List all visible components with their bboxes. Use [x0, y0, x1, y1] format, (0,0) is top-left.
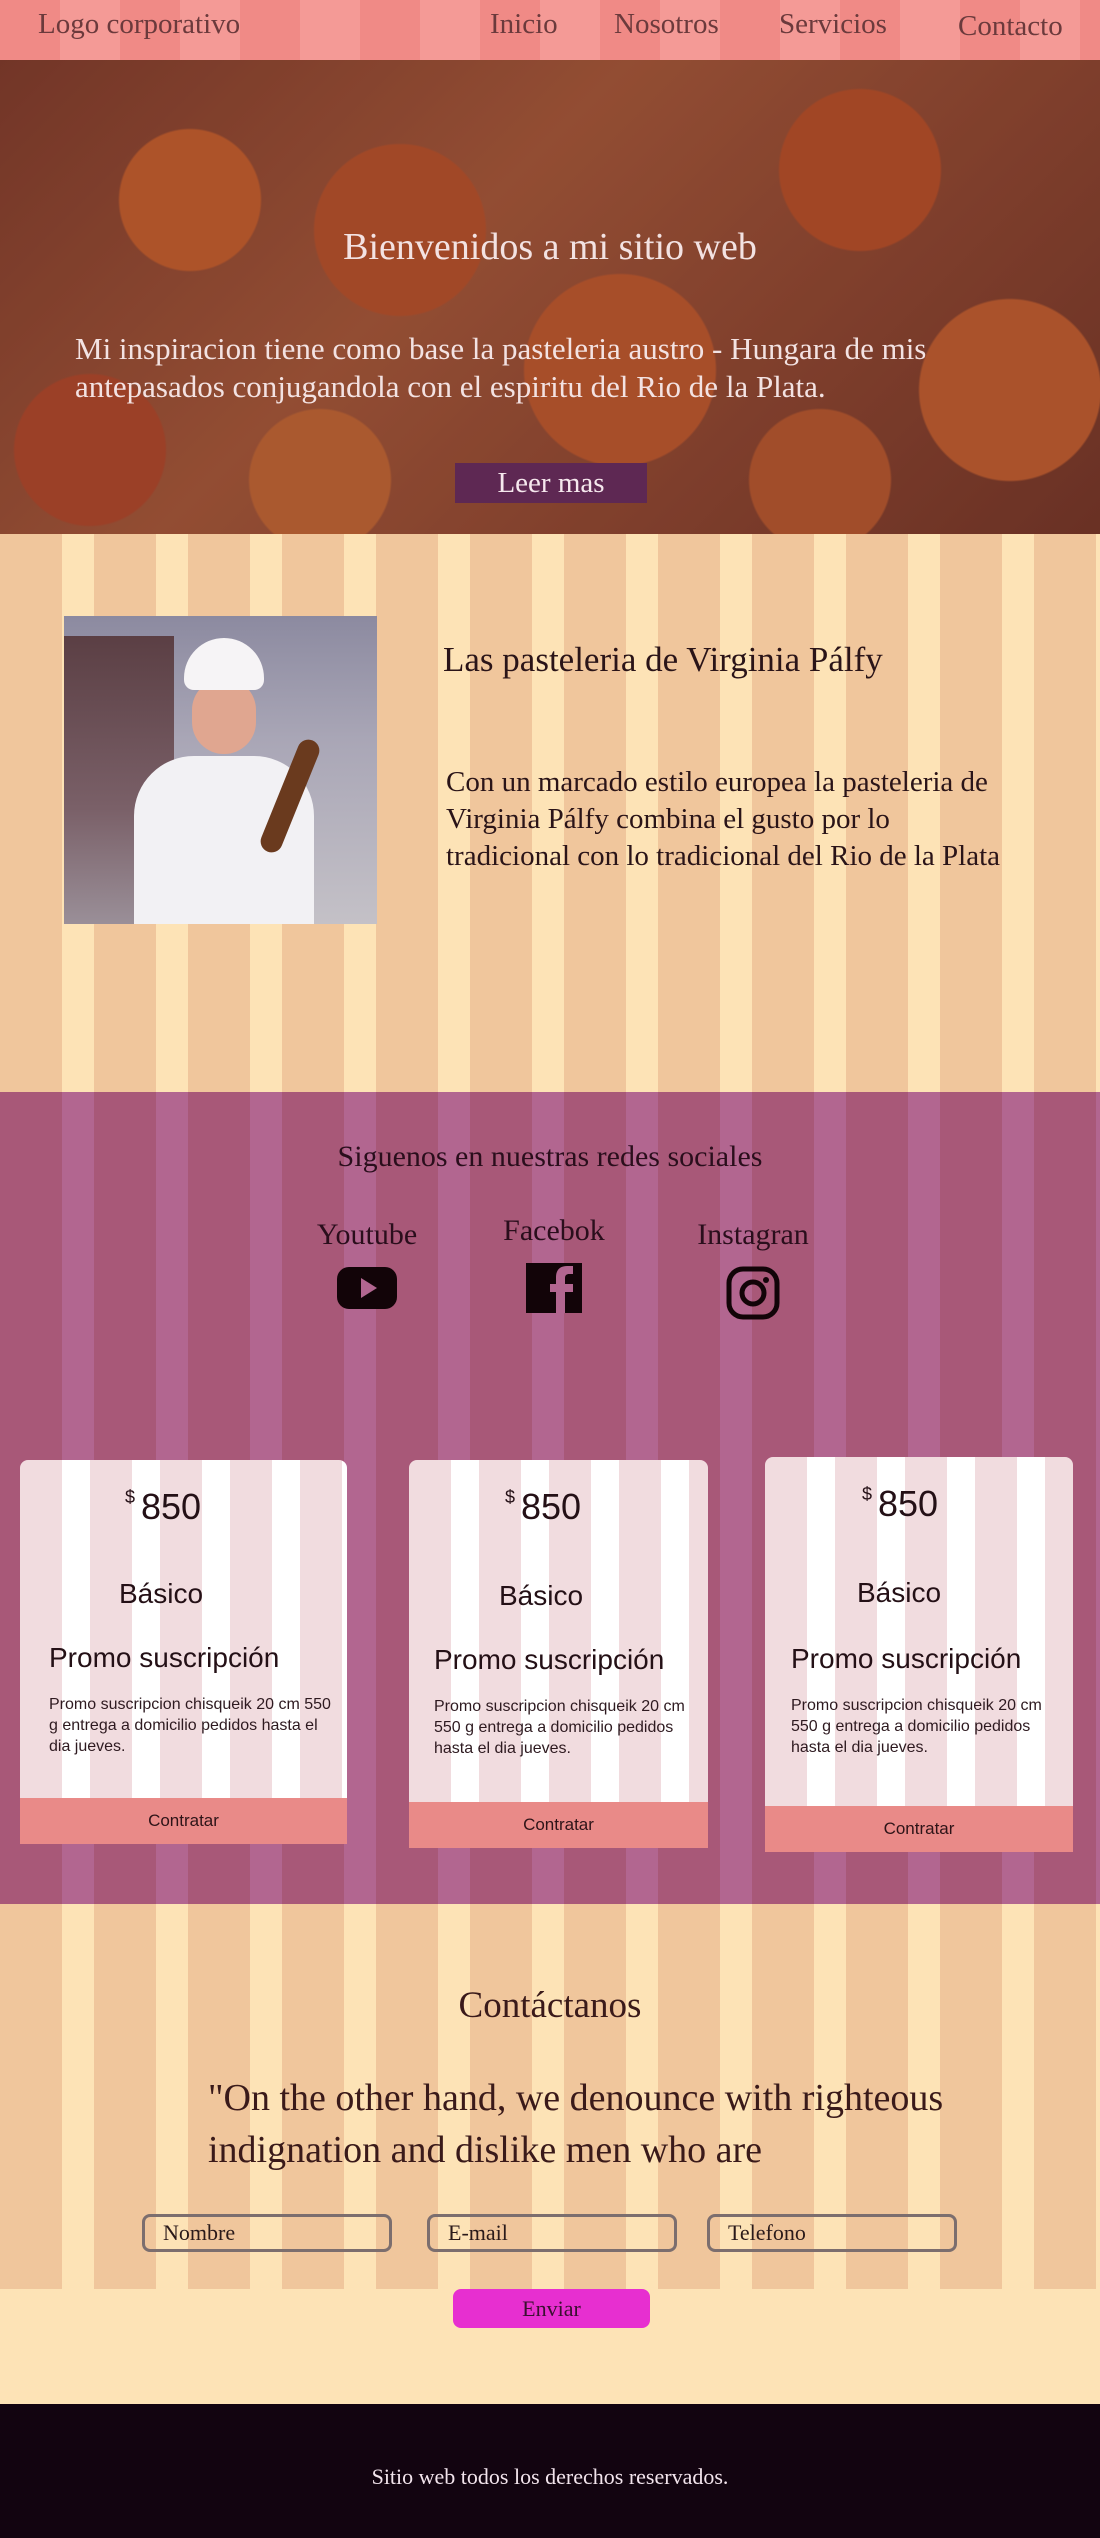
contact-quote: "On the other hand, we denounce with rig… [208, 2077, 944, 2171]
plan-description: Promo suscripcion chisqueik 20 cm 550 g … [791, 1697, 1042, 1756]
about-text: Con un marcado estilo europea la pastele… [446, 766, 1001, 872]
price-value: 850 [878, 1483, 939, 1524]
nav-link-inicio[interactable]: Inicio [490, 8, 558, 41]
social-pricing-section: Siguenos en nuestras redes sociales Yout… [0, 1092, 1100, 1904]
price: $850 [862, 1483, 938, 1525]
currency-symbol: $ [862, 1484, 873, 1504]
social-youtube[interactable]: Youtube [312, 1218, 422, 1310]
social-heading: Siguenos en nuestras redes sociales [337, 1140, 763, 1173]
email-field[interactable] [427, 2214, 677, 2252]
social-facebook[interactable]: Facebok [494, 1214, 614, 1314]
logo[interactable]: Logo corporativo [38, 8, 240, 41]
about-section: Las pasteleria de Virginia Pálfy Con un … [0, 534, 1100, 1092]
plan-description: Promo suscripcion chisqueik 20 cm 550 g … [49, 1696, 331, 1755]
instagram-icon[interactable] [726, 1266, 780, 1320]
top-nav: Logo corporativo Inicio Nosotros Servici… [0, 0, 1100, 60]
pricing-card: $850 Básico Promo suscripción Promo susc… [409, 1460, 708, 1848]
plan-tier: Básico [857, 1577, 942, 1608]
pricing-card: $850 Básico Promo suscripción Promo susc… [20, 1460, 347, 1844]
photo-hat [184, 638, 264, 690]
social-facebook-label: Facebok [503, 1214, 605, 1247]
contact-section: Contáctanos "On the other hand, we denou… [0, 1904, 1100, 2404]
read-more-button[interactable]: Leer mas [455, 463, 647, 503]
social-instagram[interactable]: Instagran [688, 1218, 818, 1320]
currency-symbol: $ [125, 1487, 136, 1507]
price: $850 [125, 1486, 201, 1528]
name-field[interactable] [142, 2214, 392, 2252]
price-value: 850 [521, 1486, 582, 1527]
nav-link-nosotros[interactable]: Nosotros [614, 8, 719, 41]
social-instagram-label: Instagran [697, 1218, 809, 1251]
footer: Sitio web todos los derechos reservados. [0, 2404, 1100, 2538]
price-value: 850 [141, 1486, 202, 1527]
contratar-button[interactable]: Contratar [20, 1798, 347, 1844]
hero-banner: Bienvenidos a mi sitio web Mi inspiracio… [0, 60, 1100, 534]
facebook-icon[interactable] [525, 1262, 583, 1314]
about-title: Las pasteleria de Virginia Pálfy [443, 640, 883, 679]
nav-link-contacto[interactable]: Contacto [958, 10, 1063, 43]
hero-lead: Mi inspiracion tiene como base la pastel… [75, 331, 927, 404]
plan-name: Promo suscripción [49, 1642, 280, 1673]
plan-name: Promo suscripción [791, 1643, 1022, 1674]
plan-tier: Básico [119, 1578, 204, 1609]
phone-field[interactable] [707, 2214, 957, 2252]
contratar-button[interactable]: Contratar [765, 1806, 1073, 1852]
contratar-button[interactable]: Contratar [409, 1802, 708, 1848]
chef-photo [64, 616, 377, 924]
plan-tier: Básico [499, 1580, 584, 1611]
social-youtube-label: Youtube [316, 1218, 418, 1251]
youtube-icon[interactable] [336, 1266, 398, 1310]
currency-symbol: $ [505, 1487, 516, 1507]
plan-name: Promo suscripción [434, 1644, 665, 1675]
nav-link-servicios[interactable]: Servicios [779, 8, 887, 41]
hero-title: Bienvenidos a mi sitio web [343, 226, 757, 268]
plan-description: Promo suscripcion chisqueik 20 cm 550 g … [434, 1698, 685, 1757]
pricing-card: $850 Básico Promo suscripción Promo susc… [765, 1457, 1073, 1852]
price: $850 [505, 1486, 581, 1528]
send-button[interactable]: Enviar [453, 2289, 650, 2328]
footer-text: Sitio web todos los derechos reservados. [371, 2464, 729, 2489]
contact-title: Contáctanos [458, 1985, 642, 2026]
